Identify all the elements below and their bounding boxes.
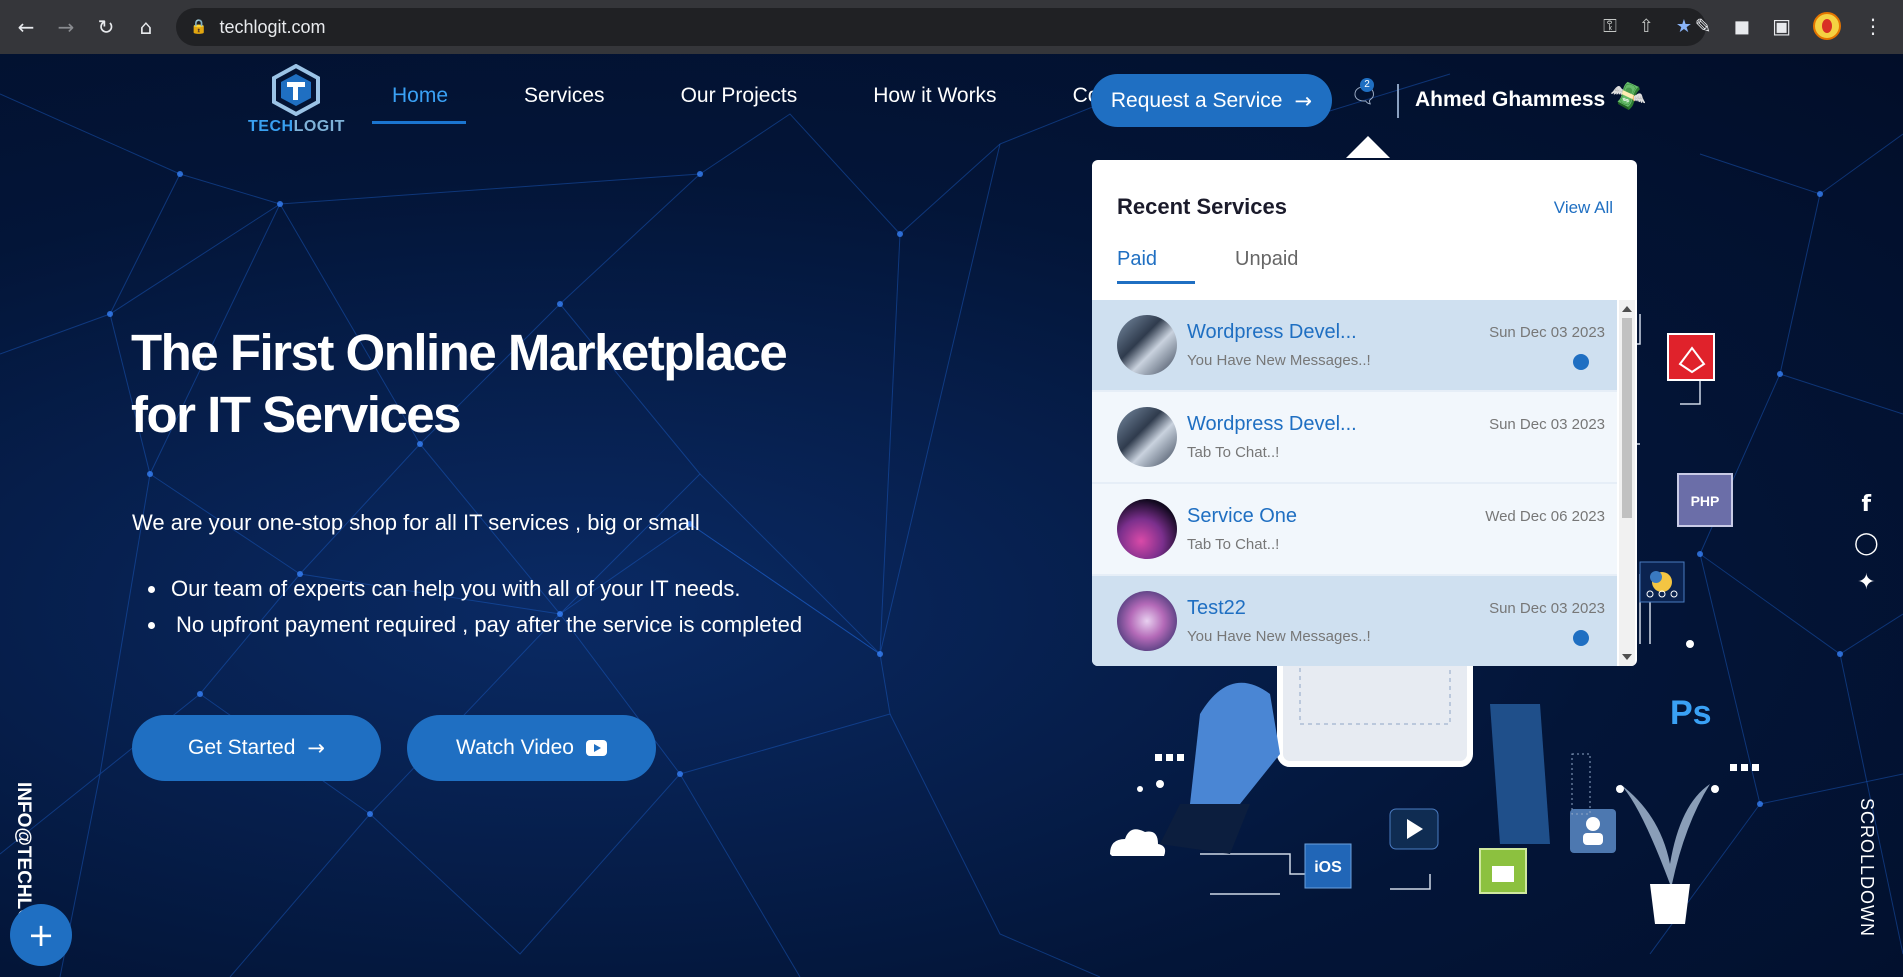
tab-paid[interactable]: Paid bbox=[1117, 248, 1196, 284]
view-all-link[interactable]: View All bbox=[1554, 198, 1613, 218]
arrow-right-icon: → bbox=[1294, 88, 1313, 113]
request-service-button[interactable]: Request a Service → bbox=[1091, 74, 1332, 127]
profile-icon[interactable] bbox=[1813, 12, 1841, 40]
browser-toolbar: ← → ↻ ⌂ 🔒 techlogit.com ⚿ ⇧ ★ ✎ ◼ ▣ ⋮ bbox=[0, 0, 1903, 54]
service-date: Sun Dec 03 2023 bbox=[1489, 324, 1605, 341]
avatar bbox=[1117, 407, 1177, 467]
hero-title: The First Online Marketplace for IT Serv… bbox=[131, 322, 831, 446]
social-links: f ◯ ✦ bbox=[1854, 492, 1879, 595]
watch-video-label: Watch Video bbox=[456, 736, 574, 759]
extension-icon[interactable]: ✎ bbox=[1695, 14, 1712, 38]
service-status: You Have New Messages..! bbox=[1187, 352, 1371, 369]
laravel-icon bbox=[1667, 333, 1715, 381]
message-count-badge: 2 bbox=[1360, 78, 1374, 92]
service-list: Wordpress Devel... You Have New Messages… bbox=[1092, 300, 1617, 666]
bullet-item: No upfront payment required , pay after … bbox=[148, 612, 802, 638]
omnibox-actions: ⚿ ⇧ ★ bbox=[1603, 16, 1692, 37]
url-text[interactable]: techlogit.com bbox=[219, 17, 325, 38]
service-status: Tab To Chat..! bbox=[1187, 444, 1280, 461]
puzzle-icon[interactable]: ◼ bbox=[1733, 14, 1750, 38]
list-item[interactable]: Wordpress Devel... Tab To Chat..! Sun De… bbox=[1092, 392, 1617, 484]
unread-indicator bbox=[1573, 630, 1589, 646]
star-icon[interactable]: ★ bbox=[1676, 16, 1692, 37]
reload-icon[interactable]: ↻ bbox=[86, 7, 126, 47]
logo-wordmark: TECHLOGIT bbox=[248, 118, 345, 135]
list-item[interactable]: Service One Tab To Chat..! Wed Dec 06 20… bbox=[1092, 484, 1617, 576]
service-status: You Have New Messages..! bbox=[1187, 628, 1371, 645]
get-started-label: Get Started bbox=[188, 736, 296, 759]
scroll-down-icon[interactable] bbox=[1622, 654, 1632, 660]
service-date: Wed Dec 06 2023 bbox=[1485, 508, 1605, 525]
home-icon[interactable]: ⌂ bbox=[126, 7, 166, 47]
avatar bbox=[1117, 315, 1177, 375]
main-navigation: Home Services Our Projects How it Works … bbox=[372, 84, 1194, 124]
service-status: Tab To Chat..! bbox=[1187, 536, 1280, 553]
user-name[interactable]: Ahmed Ghammess bbox=[1415, 88, 1605, 112]
unread-indicator bbox=[1573, 354, 1589, 370]
back-icon[interactable]: ← bbox=[6, 7, 46, 47]
facebook-icon[interactable]: f bbox=[1862, 492, 1872, 517]
instagram-icon[interactable]: ◯ bbox=[1854, 531, 1879, 556]
menu-icon[interactable]: ⋮ bbox=[1863, 14, 1883, 38]
twitter-icon[interactable]: ✦ bbox=[1857, 570, 1875, 595]
hero-subtitle: We are your one-stop shop for all IT ser… bbox=[132, 510, 700, 535]
logo-icon bbox=[272, 64, 320, 116]
bullet-item: Our team of experts can help you with al… bbox=[148, 576, 802, 602]
scrollbar-thumb[interactable] bbox=[1622, 318, 1632, 518]
dropdown-tabs: Paid Unpaid bbox=[1117, 248, 1298, 284]
key-icon[interactable]: ⚿ bbox=[1603, 16, 1617, 37]
cloud-icon bbox=[1110, 829, 1166, 856]
hero-title-line2: for IT Services bbox=[131, 386, 462, 443]
photoshop-icon: Ps bbox=[1670, 694, 1712, 732]
youtube-icon bbox=[585, 740, 607, 756]
request-service-label: Request a Service bbox=[1110, 88, 1283, 112]
add-floating-button[interactable]: + bbox=[10, 904, 72, 966]
person-illustration bbox=[1190, 682, 1280, 804]
service-name: Wordpress Devel... bbox=[1187, 413, 1357, 435]
nav-how-it-works[interactable]: How it Works bbox=[855, 84, 1014, 118]
lock-icon[interactable]: 🔒 bbox=[190, 19, 207, 35]
site-logo[interactable]: TECHLOGIT bbox=[248, 64, 344, 144]
header-divider bbox=[1397, 84, 1399, 118]
arrow-right-icon: → bbox=[307, 736, 325, 760]
list-item[interactable]: Test22 You Have New Messages..! Sun Dec … bbox=[1092, 576, 1617, 666]
sidepanel-icon[interactable]: ▣ bbox=[1772, 14, 1791, 38]
avatar bbox=[1117, 499, 1177, 559]
service-name: Wordpress Devel... bbox=[1187, 321, 1357, 343]
tab-unpaid[interactable]: Unpaid bbox=[1235, 248, 1298, 284]
nav-home[interactable]: Home bbox=[372, 84, 467, 124]
dropdown-title: Recent Services bbox=[1117, 194, 1287, 219]
extension-bar: ✎ ◼ ▣ ⋮ bbox=[1695, 12, 1883, 40]
service-name: Test22 bbox=[1187, 597, 1246, 619]
plant-illustration bbox=[1650, 884, 1690, 924]
hero-title-line1: The First Online Marketplace bbox=[131, 324, 788, 381]
list-item[interactable]: Wordpress Devel... You Have New Messages… bbox=[1092, 300, 1617, 392]
svg-text:PHP: PHP bbox=[1691, 493, 1720, 509]
avatar bbox=[1117, 591, 1177, 651]
hero-bullets: Our team of experts can help you with al… bbox=[148, 576, 802, 648]
dropdown-scrollbar[interactable] bbox=[1619, 300, 1635, 666]
service-date: Sun Dec 03 2023 bbox=[1489, 600, 1605, 617]
nav-services[interactable]: Services bbox=[506, 84, 623, 118]
scroll-down-indicator[interactable]: SCROLLDOWN bbox=[1856, 798, 1877, 937]
address-bar[interactable]: 🔒 techlogit.com ⚿ ⇧ ★ bbox=[176, 8, 1706, 46]
svg-text:iOS: iOS bbox=[1314, 859, 1342, 876]
dropdown-caret bbox=[1346, 136, 1390, 158]
forward-icon[interactable]: → bbox=[46, 7, 86, 47]
get-started-button[interactable]: Get Started → bbox=[132, 715, 381, 781]
scroll-up-icon[interactable] bbox=[1622, 306, 1632, 312]
recent-services-dropdown: Recent Services View All Paid Unpaid Wor… bbox=[1092, 160, 1637, 666]
nav-our-projects[interactable]: Our Projects bbox=[663, 84, 816, 118]
watch-video-button[interactable]: Watch Video bbox=[407, 715, 656, 781]
share-icon[interactable]: ⇧ bbox=[1639, 16, 1654, 37]
service-date: Sun Dec 03 2023 bbox=[1489, 416, 1605, 433]
page-body: TECHLOGIT Home Services Our Projects How… bbox=[0, 54, 1903, 977]
service-name: Service One bbox=[1187, 505, 1298, 527]
